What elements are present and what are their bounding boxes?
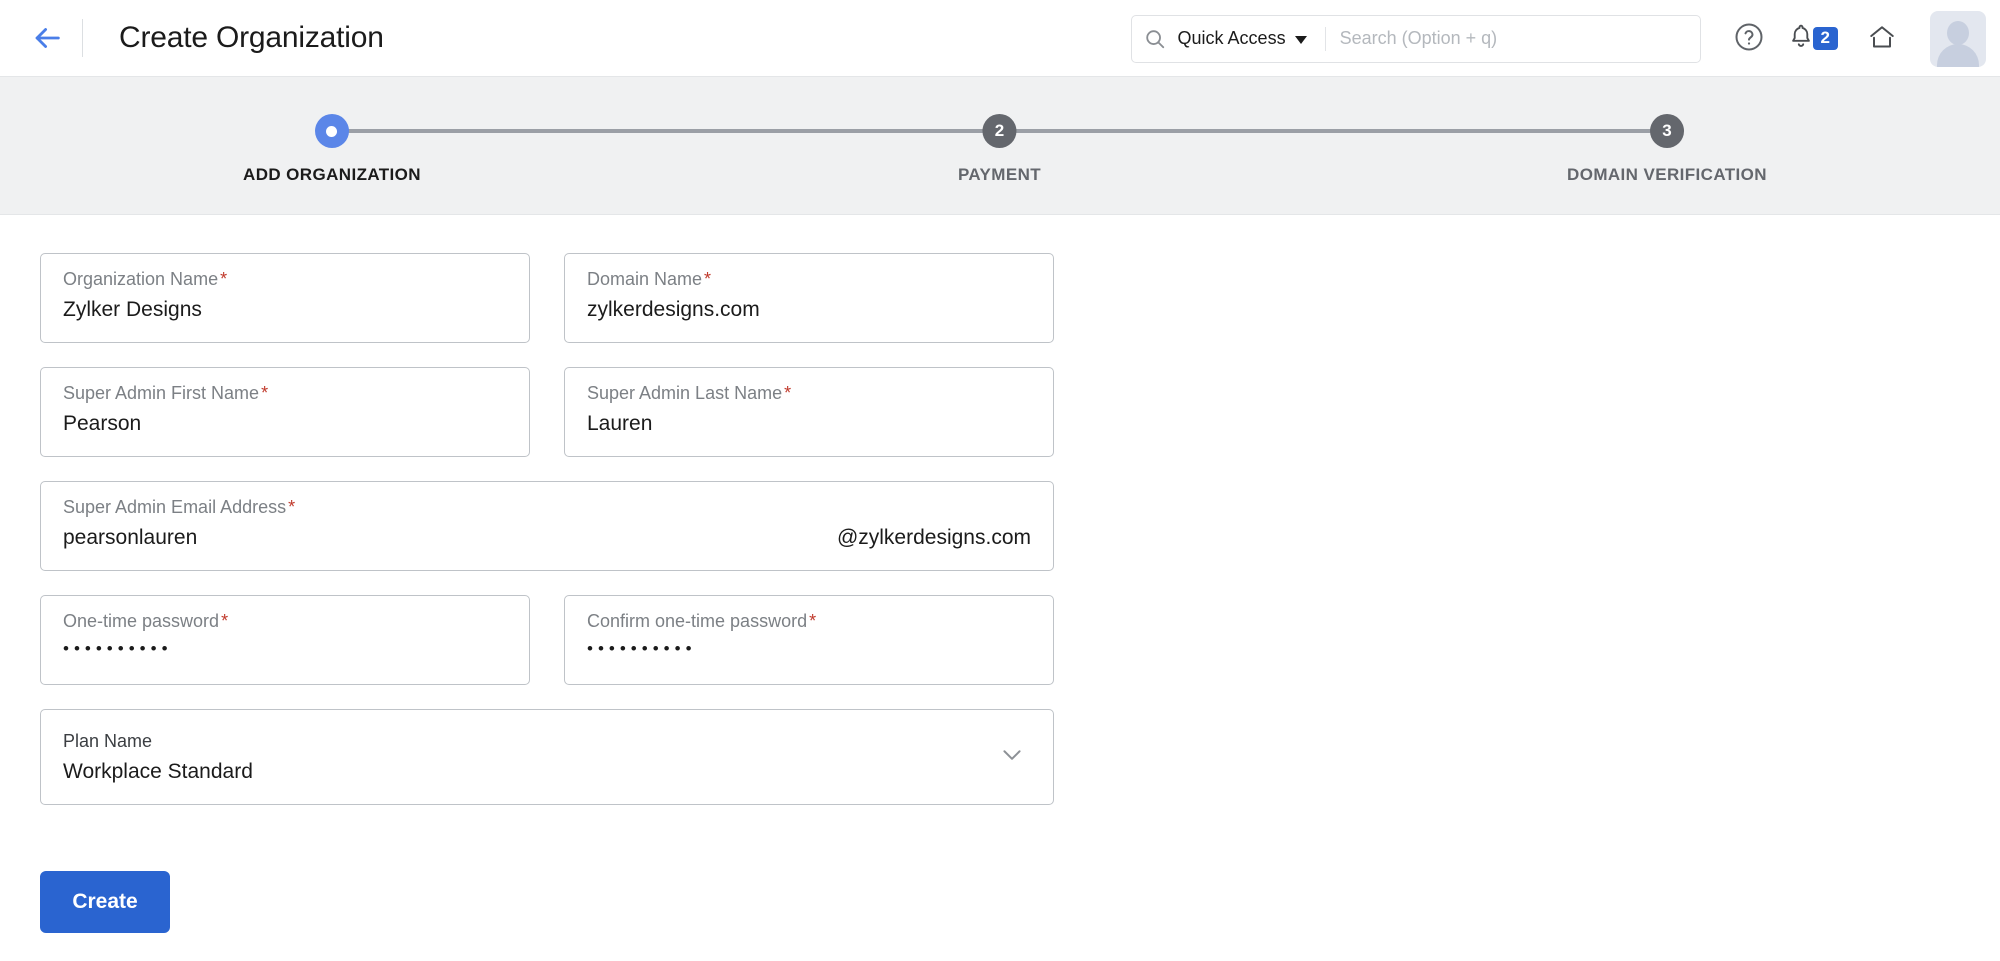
back-button[interactable] [16,21,78,55]
step-add-organization[interactable]: ADD ORGANIZATION [243,77,421,185]
one-time-password-input[interactable]: •••••••••• [63,639,509,659]
super-admin-first-name-input[interactable] [63,411,509,436]
header-divider [82,19,83,57]
avatar[interactable] [1930,11,1986,67]
help-button[interactable] [1727,17,1771,61]
plan-name-label: Plan Name [63,730,1033,753]
required-asterisk: * [261,383,268,403]
form-row-5: Plan Name Workplace Standard [40,709,2000,805]
confirm-one-time-password-field[interactable]: Confirm one-time password* •••••••••• [564,595,1054,685]
step-3-label: DOMAIN VERIFICATION [1567,165,1767,185]
one-time-password-label: One-time password* [63,610,509,633]
notification-count-badge: 2 [1813,27,1838,51]
super-admin-last-name-input[interactable] [587,411,1033,436]
email-domain-suffix: @zylkerdesigns.com [837,526,1033,550]
organization-name-field[interactable]: Organization Name* [40,253,530,343]
form-row-2: Super Admin First Name* Super Admin Last… [40,367,2000,457]
step-3-marker: 3 [1650,114,1684,148]
step-1-label: ADD ORGANIZATION [243,165,421,185]
required-asterisk: * [809,611,816,631]
super-admin-email-field[interactable]: Super Admin Email Address* @zylkerdesign… [40,481,1054,571]
super-admin-email-label: Super Admin Email Address* [63,496,1033,519]
create-button[interactable]: Create [40,871,170,933]
progress-stepper: ADD ORGANIZATION 2 PAYMENT 3 DOMAIN VERI… [0,77,2000,215]
create-organization-form: Organization Name* Domain Name* Super Ad… [0,215,2000,933]
header-actions: Quick Access 2 [1131,0,2000,77]
required-asterisk: * [220,269,227,289]
avatar-head [1947,21,1969,45]
super-admin-last-name-label: Super Admin Last Name* [587,382,1033,405]
super-admin-last-name-field[interactable]: Super Admin Last Name* [564,367,1054,457]
required-asterisk: * [784,383,791,403]
step-1-inner-dot [327,126,338,137]
arrow-left-icon [30,21,64,55]
confirm-one-time-password-input[interactable]: •••••••••• [587,639,1033,659]
app-header: Create Organization Quick Access [0,0,2000,77]
search-icon [1132,16,1178,62]
required-asterisk: * [288,497,295,517]
quick-access-dropdown[interactable]: Quick Access [1178,28,1313,49]
form-row-3: Super Admin Email Address* @zylkerdesign… [40,481,2000,571]
organization-name-label: Organization Name* [63,268,509,291]
quick-access-label: Quick Access [1178,28,1286,49]
search-divider [1325,27,1326,51]
step-2-label: PAYMENT [958,165,1041,185]
required-asterisk: * [704,269,711,289]
step-domain-verification[interactable]: 3 DOMAIN VERIFICATION [1567,77,1767,185]
plan-name-select[interactable]: Plan Name Workplace Standard [40,709,1054,805]
domain-name-input[interactable] [587,297,1033,322]
chevron-down-icon [1295,36,1307,44]
chevron-down-icon[interactable] [999,742,1025,773]
required-asterisk: * [221,611,228,631]
page-title: Create Organization [119,21,384,55]
form-row-4: One-time password* •••••••••• Confirm on… [40,595,2000,685]
help-circle-icon [1734,22,1764,55]
global-search[interactable]: Quick Access [1131,15,1701,63]
step-1-marker [315,114,349,148]
step-2-marker: 2 [983,114,1017,148]
email-input-row: @zylkerdesigns.com [63,525,1033,550]
super-admin-first-name-label: Super Admin First Name* [63,382,509,405]
form-row-1: Organization Name* Domain Name* [40,253,2000,343]
search-input[interactable] [1340,16,1700,62]
plan-name-value: Workplace Standard [63,760,1033,784]
notifications-button[interactable]: 2 [1787,22,1838,55]
super-admin-email-input[interactable] [63,525,837,550]
bell-icon [1787,22,1815,55]
avatar-body [1937,44,1979,67]
home-button[interactable] [1860,17,1904,61]
stepper-track: ADD ORGANIZATION 2 PAYMENT 3 DOMAIN VERI… [332,77,1667,214]
one-time-password-field[interactable]: One-time password* •••••••••• [40,595,530,685]
domain-name-label: Domain Name* [587,268,1033,291]
domain-name-field[interactable]: Domain Name* [564,253,1054,343]
home-icon [1867,22,1897,55]
step-payment[interactable]: 2 PAYMENT [958,77,1041,185]
confirm-one-time-password-label: Confirm one-time password* [587,610,1033,633]
super-admin-first-name-field[interactable]: Super Admin First Name* [40,367,530,457]
organization-name-input[interactable] [63,297,509,322]
